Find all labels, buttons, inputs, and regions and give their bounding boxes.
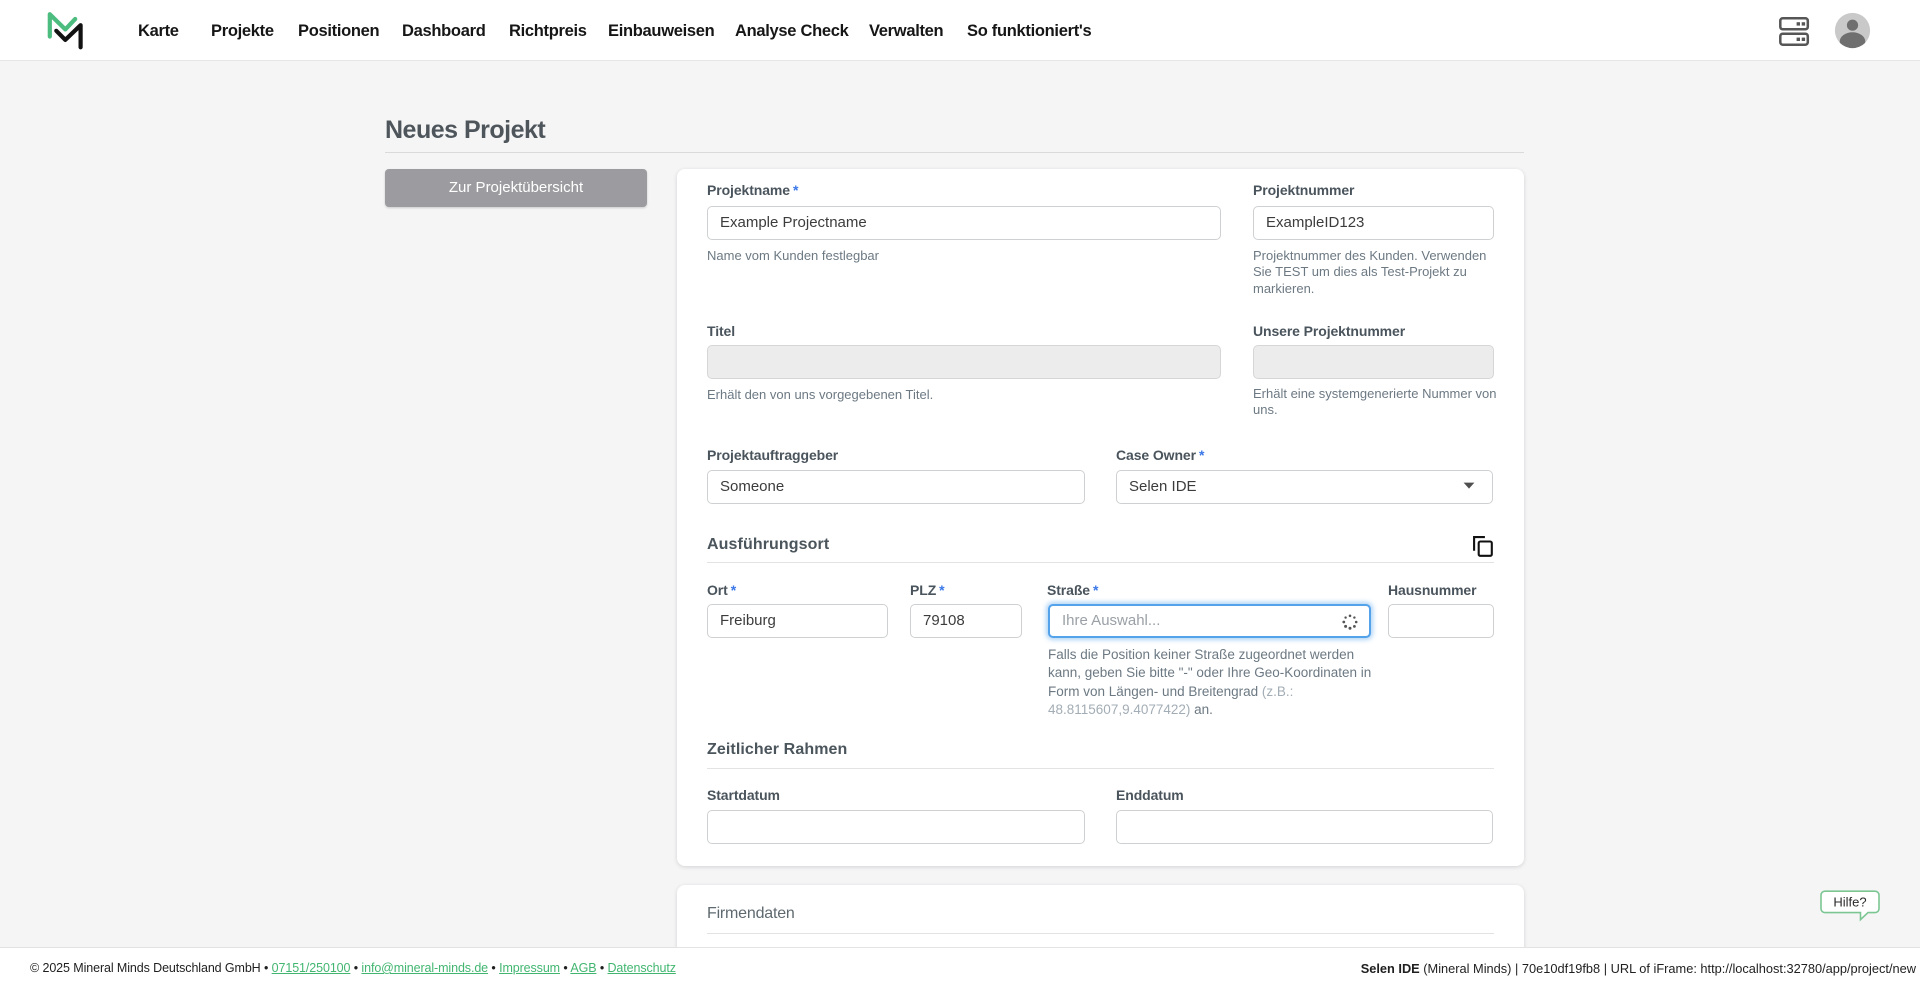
svg-text:Hilfe?: Hilfe? [1833, 895, 1866, 910]
